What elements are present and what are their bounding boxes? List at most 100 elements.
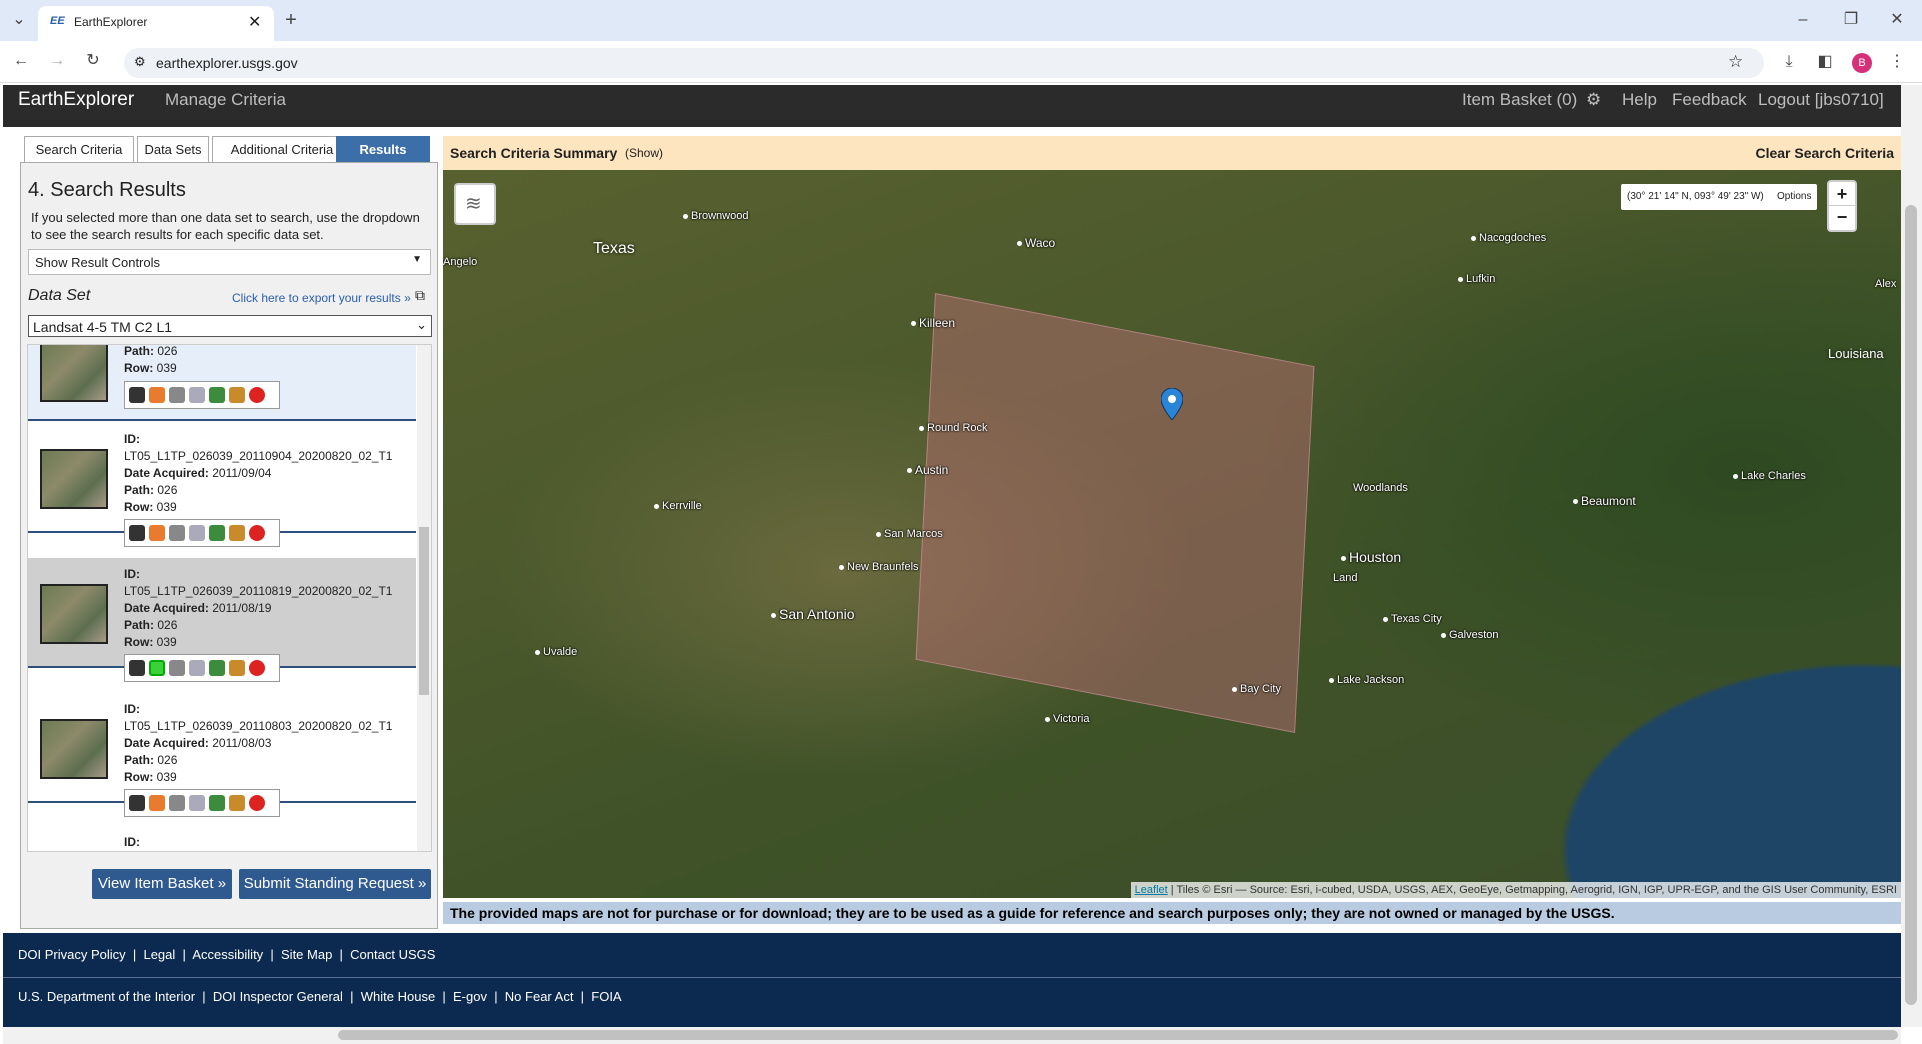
exclude-icon[interactable] [249, 660, 265, 676]
results-scrollbar[interactable] [417, 345, 431, 851]
dataset-select[interactable]: Landsat 4-5 TM C2 L1 ⌄ [28, 315, 432, 337]
download-icon[interactable] [209, 795, 225, 811]
footprint-icon[interactable] [129, 387, 145, 403]
reload-icon[interactable]: ↻ [80, 49, 106, 75]
back-icon[interactable]: ← [8, 49, 34, 75]
result-thumbnail[interactable] [40, 449, 108, 509]
result-thumbnail[interactable] [40, 719, 108, 779]
side-panel-icon[interactable]: ◧ [1812, 50, 1838, 76]
layers-control-button[interactable]: ≋ [454, 183, 496, 225]
tab-additional-criteria[interactable]: Additional Criteria [212, 136, 352, 162]
exclude-icon[interactable] [249, 387, 265, 403]
view-item-basket-button[interactable]: View Item Basket » [92, 869, 232, 899]
footer-link[interactable]: E-gov [453, 989, 487, 1004]
footprint-icon[interactable] [129, 525, 145, 541]
summary-show-link[interactable]: (Show) [625, 136, 663, 170]
download-icon[interactable] [209, 387, 225, 403]
zoom-in-button[interactable]: + [1829, 182, 1855, 206]
footer-link[interactable]: DOI Inspector General [213, 989, 343, 1004]
download-icon[interactable] [209, 660, 225, 676]
footer-link[interactable]: Accessibility [192, 947, 263, 962]
order-icon[interactable] [229, 387, 245, 403]
zoom-out-button[interactable]: − [1829, 206, 1855, 230]
metadata-icon[interactable] [169, 525, 185, 541]
new-tab-icon[interactable]: + [278, 8, 304, 34]
menu-kebab-icon[interactable]: ⋮ [1884, 50, 1910, 76]
overlay-icon[interactable] [149, 660, 165, 676]
footer-link[interactable]: Site Map [281, 947, 332, 962]
external-link-icon[interactable]: ⧉ [415, 287, 425, 304]
download-icon[interactable]: ⤓ [1776, 50, 1802, 76]
metadata-icon[interactable] [169, 387, 185, 403]
footer-link[interactable]: Contact USGS [350, 947, 435, 962]
feedback-link[interactable]: Feedback [1672, 90, 1747, 110]
footer-link[interactable]: Legal [143, 947, 175, 962]
page-vertical-scrollbar[interactable] [1901, 85, 1922, 1027]
footer-link[interactable]: DOI Privacy Policy [18, 947, 126, 962]
site-footer: DOI Privacy Policy | Legal | Accessibili… [3, 933, 1901, 1027]
manage-criteria-link[interactable]: Manage Criteria [165, 90, 286, 110]
result-item[interactable]: ID: LT05_L1TP_026039_20110819_20200820_0… [28, 558, 416, 682]
profile-avatar[interactable]: B [1852, 53, 1872, 73]
forward-icon[interactable]: → [44, 49, 70, 75]
browser-tab[interactable]: EE EarthExplorer ✕ [38, 6, 274, 41]
restore-icon[interactable]: ❐ [1838, 8, 1864, 34]
bookmark-star-icon[interactable]: ☆ [1728, 52, 1743, 72]
order-icon[interactable] [229, 525, 245, 541]
footer-link[interactable]: FOIA [591, 989, 621, 1004]
show-result-controls-dropdown[interactable]: Show Result Controls ▼ [28, 249, 431, 275]
address-bar[interactable]: ⚙ earthexplorer.usgs.gov ☆ [124, 48, 1764, 78]
result-item[interactable]: ID: LT05_L1TP_026039_20110904_20200820_0… [28, 423, 416, 547]
compare-icon[interactable] [189, 525, 205, 541]
result-item[interactable]: Path: 026 Row: 039 [28, 345, 416, 421]
logout-link[interactable]: Logout [jbs0710] [1758, 90, 1884, 110]
compare-icon[interactable] [189, 660, 205, 676]
minimize-icon[interactable]: – [1790, 8, 1816, 34]
satellite-map[interactable]: Texas Louisiana Brownwood Waco Nacogdoch… [443, 170, 1901, 898]
tab-search-icon[interactable]: ⌄ [6, 8, 32, 34]
result-thumbnail[interactable] [40, 584, 108, 644]
scrollbar-thumb[interactable] [338, 1030, 1898, 1040]
footprint-icon[interactable] [129, 660, 145, 676]
results-list[interactable]: Path: 026 Row: 039 ID: LT05_L1TP_026039_… [27, 344, 432, 852]
user-settings-icon[interactable]: ⚙ [1586, 90, 1601, 110]
leaflet-link[interactable]: Leaflet [1135, 884, 1168, 896]
result-item[interactable]: ID: LT05_L1TP_026039_20110803_20200820_0… [28, 693, 416, 817]
exclude-icon[interactable] [249, 795, 265, 811]
compare-icon[interactable] [189, 795, 205, 811]
result-item-partial[interactable]: ID: [124, 835, 140, 849]
help-link[interactable]: Help [1622, 90, 1657, 110]
footprint-icon[interactable] [129, 795, 145, 811]
overlay-icon[interactable] [149, 795, 165, 811]
export-results-link[interactable]: Click here to export your results » [232, 291, 411, 305]
scrollbar-thumb[interactable] [419, 527, 429, 695]
close-window-icon[interactable]: ✕ [1884, 8, 1910, 34]
item-basket-link[interactable]: Item Basket (0) [1462, 90, 1577, 110]
brand-logo[interactable]: EarthExplorer [18, 89, 134, 111]
site-info-icon[interactable]: ⚙ [134, 54, 146, 70]
clear-search-criteria-link[interactable]: Clear Search Criteria [1755, 136, 1894, 170]
metadata-icon[interactable] [169, 660, 185, 676]
compare-icon[interactable] [189, 387, 205, 403]
result-thumbnail[interactable] [40, 345, 108, 402]
location-pin-icon[interactable] [1160, 387, 1184, 421]
download-icon[interactable] [209, 525, 225, 541]
tab-search-criteria[interactable]: Search Criteria [24, 136, 134, 162]
metadata-icon[interactable] [169, 795, 185, 811]
page-horizontal-scrollbar[interactable] [3, 1027, 1901, 1044]
scrollbar-thumb[interactable] [1905, 205, 1917, 1005]
tab-results[interactable]: Results [336, 136, 430, 162]
footer-link[interactable]: U.S. Department of the Interior [18, 989, 195, 1004]
order-icon[interactable] [229, 660, 245, 676]
footer-link[interactable]: No Fear Act [505, 989, 574, 1004]
left-panel: Search Criteria Data Sets Additional Cri… [20, 136, 438, 929]
tab-data-sets[interactable]: Data Sets [137, 136, 209, 162]
submit-standing-request-button[interactable]: Submit Standing Request » [239, 869, 431, 899]
map-options-button[interactable]: Options [1777, 184, 1811, 210]
order-icon[interactable] [229, 795, 245, 811]
footer-link[interactable]: White House [361, 989, 435, 1004]
close-tab-icon[interactable]: ✕ [248, 12, 261, 32]
overlay-icon[interactable] [149, 387, 165, 403]
exclude-icon[interactable] [249, 525, 265, 541]
overlay-icon[interactable] [149, 525, 165, 541]
